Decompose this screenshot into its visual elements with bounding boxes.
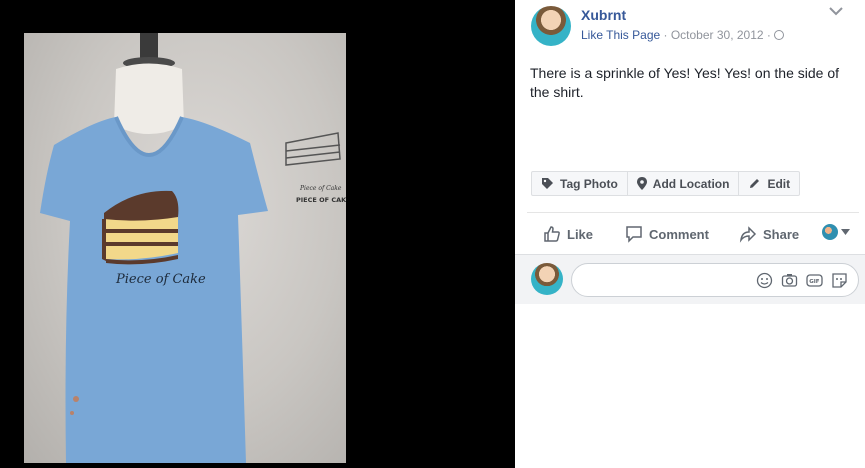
share-button[interactable]: Share [739, 225, 799, 243]
caret-down-icon [841, 229, 850, 235]
shirt-illustration: Piece of Cake Piece of Cake PIECE OF CAK… [40, 33, 346, 463]
add-location-button[interactable]: Add Location [628, 172, 740, 195]
svg-text:GIF: GIF [809, 279, 820, 285]
share-arrow-icon [739, 226, 757, 243]
pencil-icon [750, 179, 760, 188]
chevron-down-icon[interactable] [827, 4, 845, 18]
sticker-icon[interactable] [831, 272, 848, 289]
comment-input[interactable] [584, 272, 744, 287]
tag-icon [542, 178, 553, 189]
tag-photo-label: Tag Photo [560, 176, 618, 191]
meta-separator: · [763, 28, 775, 42]
comment-bubble-icon [626, 226, 642, 243]
like-label: Like [567, 226, 594, 242]
post-actions: Like Comment Share [527, 214, 859, 254]
reactor-avatar [822, 224, 838, 240]
gif-icon[interactable]: GIF [806, 272, 823, 289]
edit-button[interactable]: Edit [739, 172, 799, 195]
thumbs-up-icon [544, 226, 560, 242]
post-sidebar: Xubrnt Like This Page · October 30, 2012… [515, 0, 865, 468]
commenter-avatar [531, 263, 563, 295]
like-page-link[interactable]: Like This Page [581, 28, 660, 42]
photo-toolbar: Tag Photo Add Location Edit [531, 171, 801, 196]
post-caption: There is a sprinkle of Yes! Yes! Yes! on… [530, 65, 839, 100]
post-date[interactable]: October 30, 2012 [671, 28, 764, 42]
globe-icon[interactable] [774, 30, 785, 40]
tag-photo-button[interactable]: Tag Photo [532, 172, 628, 195]
post-meta: Like This Page · October 30, 2012 · [581, 28, 785, 42]
sleeve-text-caps: PIECE OF CAKE [296, 196, 346, 204]
location-pin-icon [636, 177, 647, 190]
post-as-selector[interactable] [822, 224, 850, 240]
page-avatar[interactable] [531, 6, 571, 46]
comment-composer: GIF [515, 254, 865, 304]
sleeve-text-script: Piece of Cake [299, 185, 342, 192]
add-location-label: Add Location [652, 176, 730, 191]
comment-button[interactable]: Comment [625, 225, 709, 243]
comment-input-box[interactable]: GIF [571, 263, 859, 297]
comment-label: Comment [649, 226, 709, 242]
meta-separator: · [660, 28, 671, 42]
edit-label: Edit [767, 176, 791, 191]
photo-viewer: Piece of Cake Piece of Cake PIECE OF CAK… [0, 0, 515, 468]
shirt-print-text: Piece of Cake [115, 272, 206, 287]
divider [527, 212, 859, 213]
page-name-link[interactable]: Xubrnt [581, 7, 626, 23]
emoji-icon[interactable] [756, 272, 773, 289]
share-label: Share [763, 226, 800, 242]
camera-icon[interactable] [781, 272, 798, 289]
comment-tools: GIF [756, 272, 848, 289]
like-button[interactable]: Like [543, 225, 593, 243]
shirt-photo[interactable]: Piece of Cake Piece of Cake PIECE OF CAK… [24, 33, 346, 463]
